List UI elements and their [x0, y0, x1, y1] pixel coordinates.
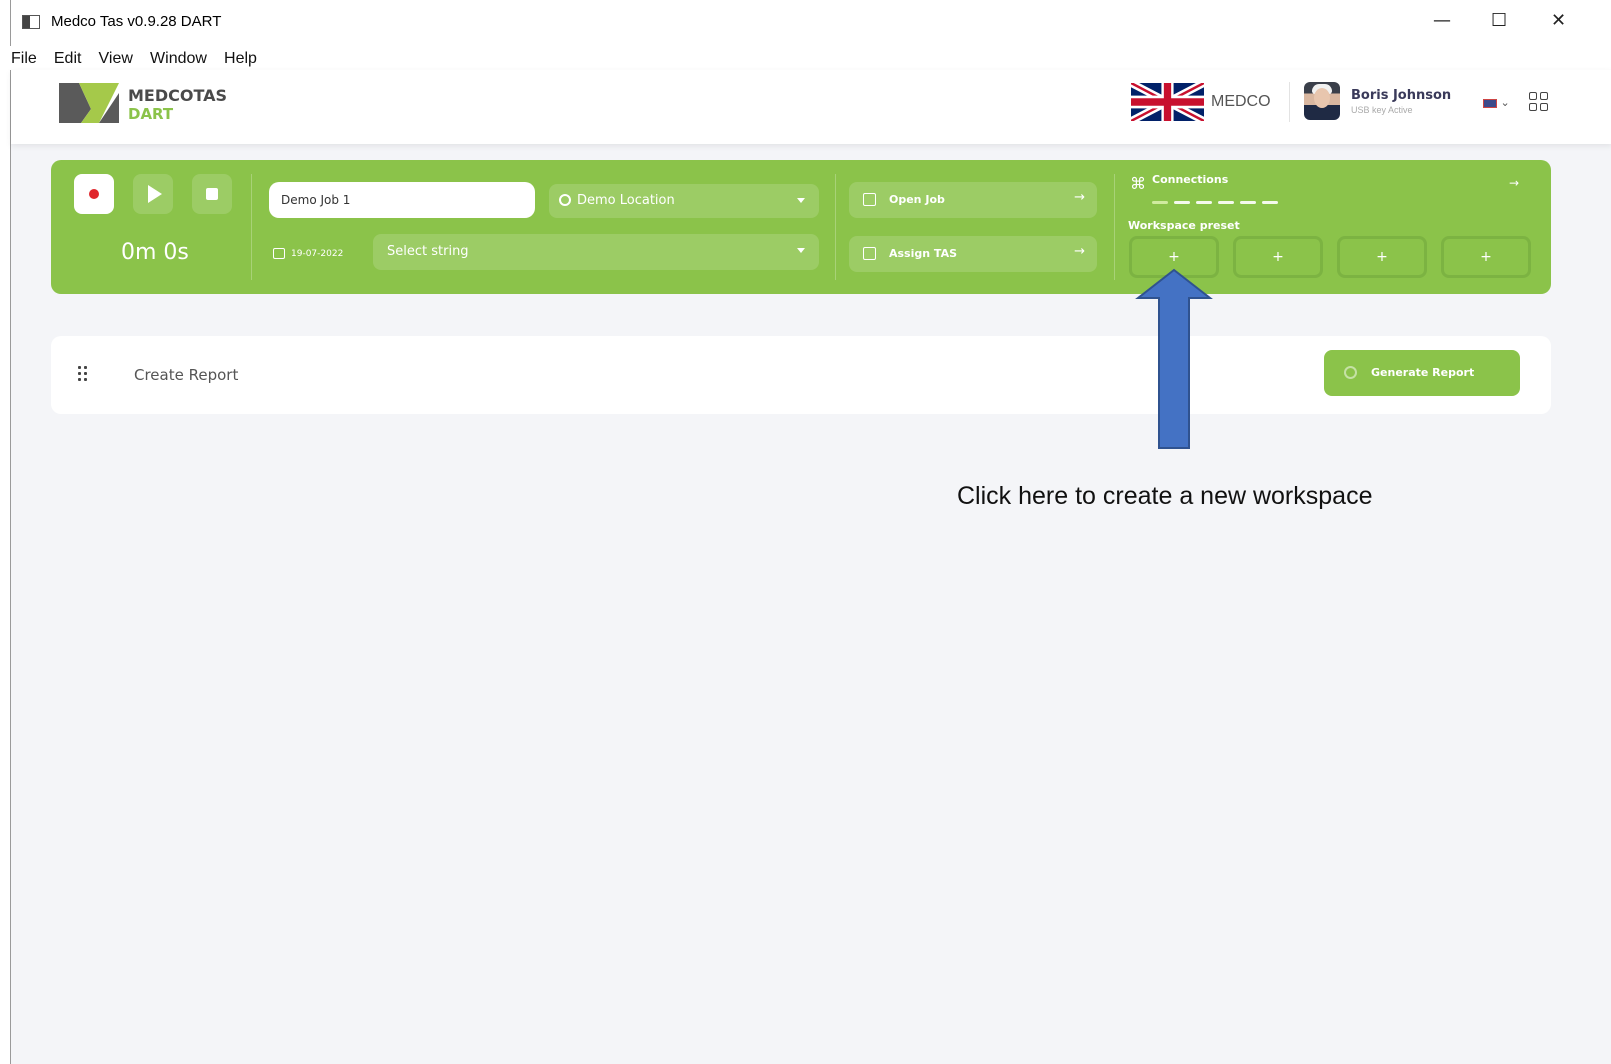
minimize-button[interactable]: —: [1433, 10, 1451, 31]
workspace-preset-add-2[interactable]: +: [1233, 236, 1323, 278]
assign-tas-button[interactable]: Assign TAS →: [849, 236, 1097, 272]
title-bar: Medco Tas v0.9.28 DART — ☐ ✕: [11, 0, 1611, 46]
record-button[interactable]: [74, 174, 114, 214]
create-report-label: Create Report: [134, 366, 239, 384]
workspace-preset-add-4[interactable]: +: [1441, 236, 1531, 278]
refresh-icon: [1344, 366, 1357, 379]
location-value: Demo Location: [577, 193, 675, 208]
connections-icon: ⌘: [1130, 174, 1146, 193]
assign-tas-label: Assign TAS: [889, 247, 957, 260]
job-name-input[interactable]: [269, 182, 535, 218]
divider: [1289, 82, 1290, 122]
menu-file[interactable]: File: [11, 50, 37, 68]
logo-subtitle: DART: [128, 105, 174, 123]
save-icon: [863, 247, 876, 260]
calendar-icon: [273, 248, 285, 259]
avatar[interactable]: [1304, 82, 1340, 120]
annotation-arrow: [1135, 268, 1213, 449]
logo-title: MEDCOTAS: [128, 86, 228, 105]
caret-down-icon: [797, 248, 805, 253]
location-dropdown[interactable]: Demo Location: [549, 184, 819, 218]
location-pin-icon: [559, 194, 571, 206]
caret-down-icon: [797, 198, 805, 203]
language-selector[interactable]: ⌄: [1483, 96, 1510, 109]
open-job-label: Open Job: [889, 193, 945, 206]
menu-bar: File Edit View Window Help: [1, 46, 1611, 70]
play-button[interactable]: [133, 174, 173, 214]
org-label: MEDCO: [1211, 93, 1271, 110]
medcotas-logo-icon: [59, 83, 119, 123]
apps-grid-icon[interactable]: [1529, 92, 1549, 112]
workspace-preset-label: Workspace preset: [1128, 219, 1240, 232]
workspace-preset-add-3[interactable]: +: [1337, 236, 1427, 278]
drag-handle-icon[interactable]: [78, 366, 90, 382]
connection-status-indicators: [1152, 189, 1284, 208]
user-status: USB key Active: [1351, 105, 1413, 115]
menu-help[interactable]: Help: [224, 50, 257, 68]
generate-report-button[interactable]: Generate Report: [1324, 350, 1520, 396]
job-control-panel: 0m 0s Demo Location 19-07-2022 Select st…: [51, 160, 1551, 294]
annotation-text: Click here to create a new workspace: [957, 482, 1373, 510]
stop-button[interactable]: [192, 174, 232, 214]
menu-window[interactable]: Window: [150, 50, 207, 68]
menu-view[interactable]: View: [99, 50, 133, 68]
create-report-card: Create Report Generate Report: [51, 336, 1551, 414]
window-title: Medco Tas v0.9.28 DART: [51, 13, 222, 30]
connections-arrow-icon[interactable]: →: [1509, 176, 1519, 190]
user-name: Boris Johnson: [1351, 88, 1452, 103]
uk-flag-small-icon: [1483, 98, 1497, 108]
divider: [251, 174, 252, 280]
arrow-right-icon: →: [1074, 190, 1085, 205]
app-window: Medco Tas v0.9.28 DART — ☐ ✕ File Edit V…: [1, 0, 1611, 1064]
app-header: MEDCOTAS DART MEDCO Boris Johnson USB ke…: [11, 70, 1611, 144]
job-date[interactable]: 19-07-2022: [273, 248, 343, 259]
save-icon: [863, 193, 876, 206]
maximize-button[interactable]: ☐: [1491, 10, 1507, 31]
arrow-right-icon: →: [1074, 244, 1085, 259]
divider: [835, 174, 836, 280]
connections-label: Connections: [1152, 173, 1229, 186]
uk-flag-icon: [1131, 83, 1204, 121]
generate-report-label: Generate Report: [1371, 366, 1475, 379]
divider: [1114, 174, 1115, 280]
open-job-button[interactable]: Open Job →: [849, 182, 1097, 218]
chevron-down-icon: ⌄: [1500, 96, 1510, 109]
string-dropdown[interactable]: Select string: [373, 234, 819, 270]
elapsed-timer: 0m 0s: [121, 240, 189, 265]
menu-edit[interactable]: Edit: [54, 50, 82, 68]
date-value: 19-07-2022: [291, 249, 344, 259]
app-icon: [22, 15, 40, 29]
close-button[interactable]: ✕: [1551, 10, 1566, 31]
string-placeholder: Select string: [387, 244, 469, 259]
